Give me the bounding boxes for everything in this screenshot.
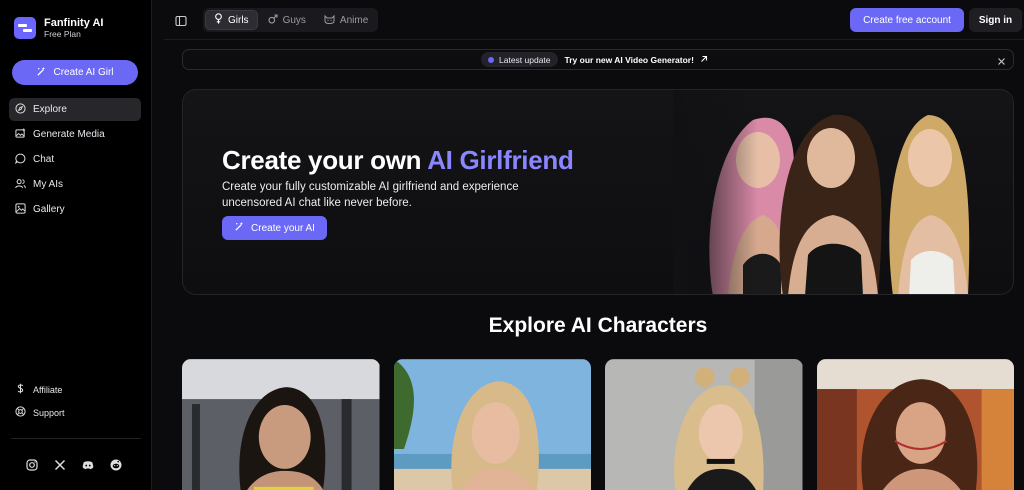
hero-subtitle: Create your fully customizable AI girlfr… <box>222 181 519 209</box>
character-card[interactable] <box>816 359 1014 490</box>
hero-banner: Create your own AI Girlfriend Create you… <box>182 89 1014 295</box>
tab-guys[interactable]: Guys <box>260 10 314 30</box>
character-image <box>393 359 591 490</box>
hero-title-plain: Create your own <box>222 145 422 175</box>
create-your-ai-button[interactable]: Create your AI <box>222 216 327 240</box>
image-plus-icon <box>15 127 26 142</box>
gallery-icon <box>15 202 26 217</box>
brand[interactable]: Fanfinity AI Free Plan <box>14 17 104 40</box>
discord-icon[interactable] <box>82 459 94 471</box>
x-icon[interactable] <box>54 459 66 471</box>
category-tabs: Girls Guys Anime <box>203 8 379 32</box>
sidebar-item-affiliate[interactable]: Affiliate <box>9 379 141 400</box>
sidebar: Fanfinity AI Free Plan Create AI Girl Ex… <box>0 0 152 490</box>
character-image <box>816 359 1014 490</box>
users-icon <box>15 178 26 192</box>
sidebar-item-label: Explore <box>33 104 67 115</box>
reddit-icon[interactable] <box>110 459 122 471</box>
arrow-up-right-icon <box>700 55 708 65</box>
sign-in-button[interactable]: Sign in <box>969 8 1022 32</box>
female-icon <box>214 13 223 27</box>
create-your-ai-label: Create your AI <box>251 222 315 234</box>
hero-title: Create your own AI Girlfriend <box>222 145 574 176</box>
sidebar-item-label: Gallery <box>33 204 65 215</box>
sparkle-wand-icon <box>234 221 245 235</box>
support-icon <box>15 406 26 419</box>
topbar: Girls Guys Anime Create free account Sig… <box>164 0 1024 40</box>
character-image <box>605 359 803 490</box>
character-image <box>182 359 380 490</box>
sidebar-item-label: Chat <box>33 154 55 165</box>
character-card[interactable] <box>605 359 803 490</box>
dollar-icon <box>15 383 26 396</box>
sidebar-item-support[interactable]: Support <box>9 402 141 423</box>
hero-characters-image <box>673 90 1013 294</box>
sparkle-wand-icon <box>36 66 47 80</box>
brand-logo-icon <box>14 17 36 40</box>
instagram-icon[interactable] <box>26 459 38 471</box>
create-ai-girl-button[interactable]: Create AI Girl <box>12 60 138 85</box>
sidebar-bottom-nav: Affiliate Support <box>9 379 141 425</box>
character-grid <box>182 359 1014 490</box>
sidebar-divider <box>11 438 141 439</box>
create-ai-girl-label: Create AI Girl <box>53 67 114 78</box>
tab-girls[interactable]: Girls <box>205 10 258 30</box>
sidebar-item-label: Affiliate <box>33 384 63 395</box>
social-links <box>26 459 122 471</box>
close-icon[interactable] <box>996 54 1007 65</box>
sidebar-toggle-icon[interactable] <box>175 14 187 27</box>
status-dot <box>488 56 494 63</box>
tab-anime[interactable]: Anime <box>316 10 376 30</box>
sidebar-item-my-ais[interactable]: My AIs <box>9 173 141 196</box>
brand-name: Fanfinity AI <box>44 17 104 29</box>
sidebar-item-generate-media[interactable]: Generate Media <box>9 123 141 146</box>
tab-label: Guys <box>282 14 306 26</box>
section-title: Explore AI Characters <box>488 314 708 337</box>
sidebar-item-label: My AIs <box>33 179 64 190</box>
character-card[interactable] <box>393 359 591 490</box>
announcement-text: Try our new AI Video Generator! <box>564 54 694 65</box>
compass-icon <box>15 102 26 117</box>
male-icon <box>268 13 278 27</box>
tab-label: Girls <box>228 14 249 26</box>
announcement-bar: Latest update Try our new AI Video Gener… <box>182 49 1014 70</box>
sidebar-item-gallery[interactable]: Gallery <box>9 198 141 221</box>
sidebar-item-explore[interactable]: Explore <box>9 98 141 121</box>
sidebar-item-label: Generate Media <box>33 129 105 140</box>
video-generator-link[interactable]: Try our new AI Video Generator! <box>565 55 708 65</box>
sidebar-item-label: Support <box>33 407 65 418</box>
hero-title-accent: AI Girlfriend <box>427 145 574 175</box>
latest-update-badge: Latest update <box>481 52 558 67</box>
character-card[interactable] <box>182 359 380 490</box>
brand-plan: Free Plan <box>44 28 81 39</box>
create-free-account-button[interactable]: Create free account <box>850 8 964 32</box>
sidebar-item-chat[interactable]: Chat <box>9 148 141 171</box>
badge-label: Latest update <box>499 54 551 65</box>
tab-label: Anime <box>339 14 369 26</box>
chat-icon <box>15 153 26 167</box>
sidebar-nav: Explore Generate Media Chat My AIs Galle… <box>9 98 141 223</box>
anime-icon <box>324 14 335 27</box>
